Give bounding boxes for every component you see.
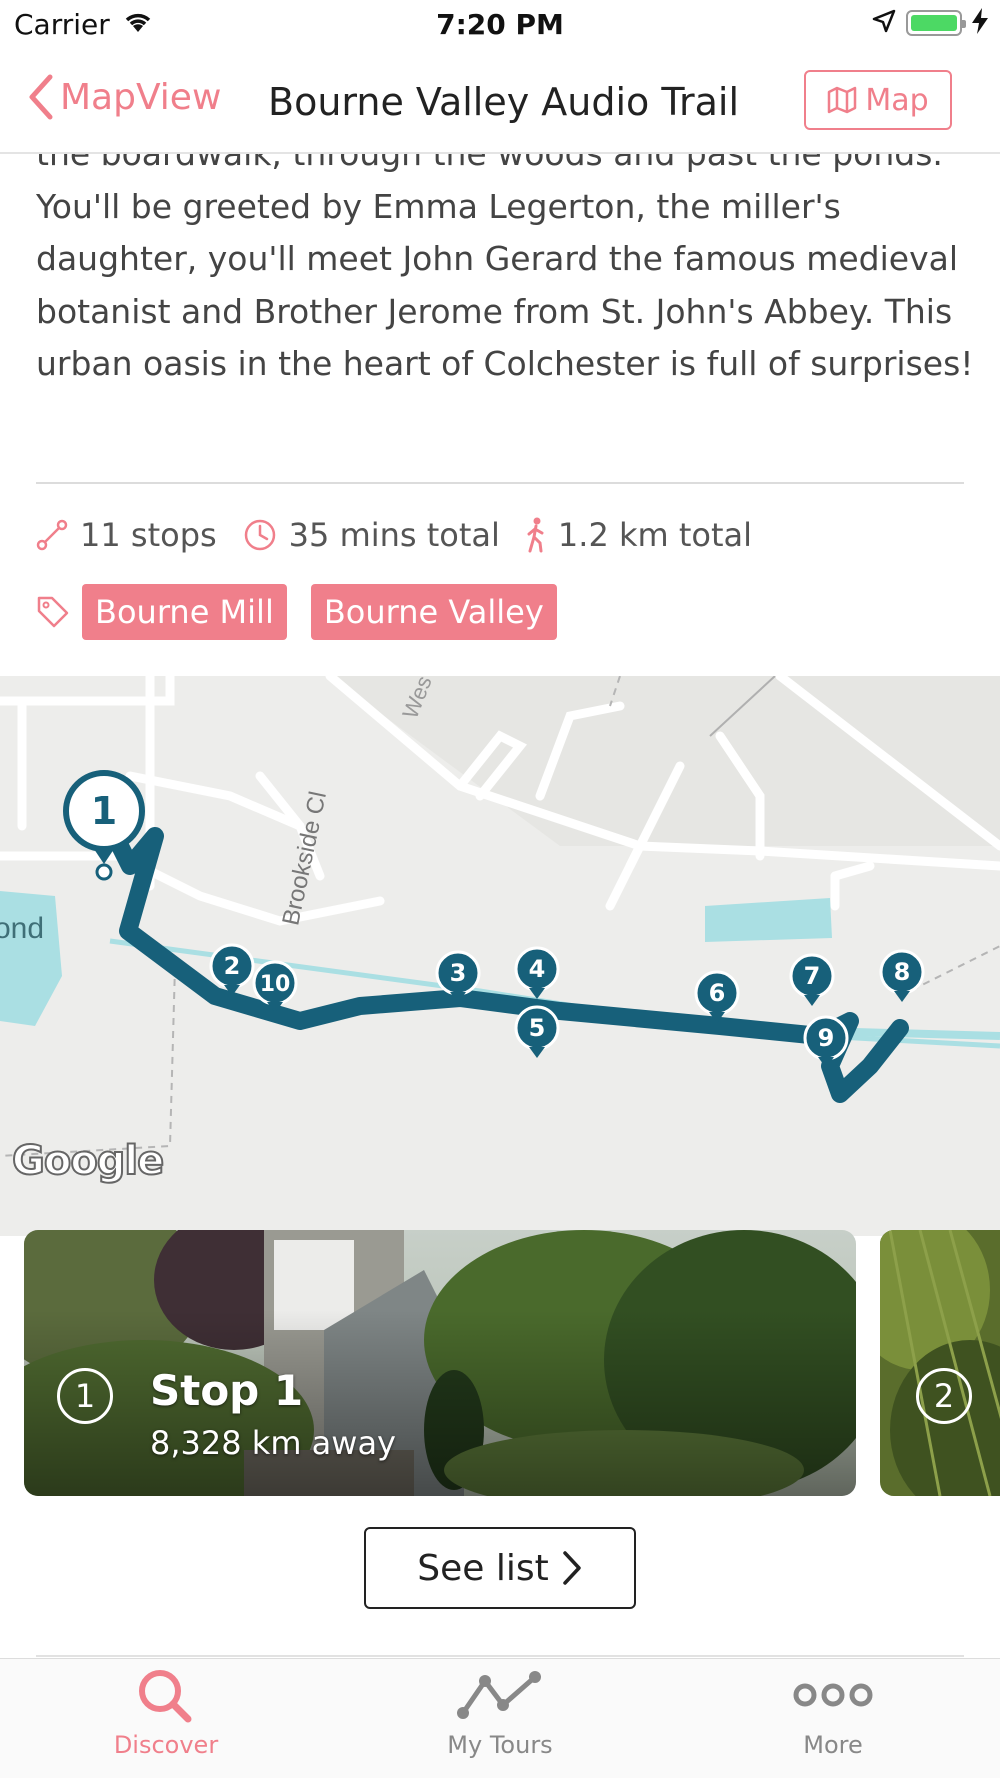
duration-value: 35 mins total [288,516,500,554]
street-label: ond [0,912,44,945]
tag-chip[interactable]: Bourne Valley [310,584,557,640]
clock: 7:20 PM [436,8,564,41]
divider [36,482,964,484]
stop-photo [880,1230,1000,1496]
distance-stat: 1.2 km total [526,516,752,554]
back-button-label: MapView [60,76,222,118]
tag-chip[interactable]: Bourne Mill [82,584,287,640]
stops-stat: 11 stops [36,516,217,554]
marker-label: 2 [224,952,241,980]
map-marker[interactable]: 4 [514,946,560,999]
duration-stat: 35 mins total [243,516,500,554]
stop-title: Stop 1 [150,1366,304,1415]
charging-bolt-icon [972,8,988,38]
tag-list: Bourne Mill Bourne Valley [36,584,581,640]
chevron-left-icon [29,74,53,120]
tab-bar: Discover My Tours More [0,1658,1000,1778]
map-button[interactable]: Map [804,70,952,130]
search-icon [139,1670,192,1723]
map-marker[interactable]: 7 [789,953,835,1006]
tab-discover[interactable]: Discover [66,1667,266,1777]
more-dots-icon [793,1683,873,1707]
map-icon [828,86,857,114]
stops-count: 11 stops [80,516,217,554]
marker-label: 4 [529,955,546,983]
stop-number-badge: 2 [916,1368,972,1424]
battery-icon [906,10,966,36]
distance-value: 1.2 km total [557,516,753,554]
map-marker[interactable]: 8 [879,949,925,1002]
tag-icon [37,596,69,628]
divider [36,1655,964,1657]
stop-distance: 8,328 km away [150,1424,396,1462]
tab-label: My Tours [447,1731,553,1759]
walking-person-icon [527,517,544,553]
tab-my-tours[interactable]: My Tours [400,1667,600,1777]
stop-photo [24,1230,856,1496]
tab-label: Discover [113,1731,219,1759]
page-title: Bourne Valley Audio Trail [268,80,740,124]
tab-more[interactable]: More [733,1667,933,1777]
clock-icon [244,519,275,551]
route-stops-icon [36,519,68,551]
see-list-label: See list [417,1547,549,1589]
marker-label: 7 [804,962,821,990]
marker-label: 9 [818,1024,835,1052]
description-container: the boardwalk, through the woods and pas… [36,128,976,428]
stop-number-badge: 1 [57,1368,113,1424]
stop-card[interactable]: 2 [880,1230,1000,1496]
tour-stats: 11 stops 35 mins total 1.2 km total [36,516,778,554]
see-list-button[interactable]: See list [364,1527,636,1609]
route-line-icon [457,1671,541,1719]
tab-label: More [803,1731,863,1759]
map-marker[interactable]: 5 [514,1005,560,1058]
marker-label: 5 [529,1014,546,1042]
status-bar: Carrier 7:20 PM [0,0,1000,50]
navigation-bar: MapView Bourne Valley Audio Trail Map [0,50,1000,154]
route-map[interactable]: Brookside Cl Wes ond 2 3 4 5 6 7 8 9 10 … [0,676,1000,1236]
marker-label: 8 [894,958,911,986]
stop-card[interactable]: 1 Stop 1 8,328 km away [24,1230,856,1496]
tour-description: the boardwalk, through the woods and pas… [36,134,974,383]
map-button-label: Map [865,82,929,118]
marker-label: 3 [450,959,467,987]
marker-label: 10 [260,972,291,997]
marker-label: 1 [91,789,117,833]
location-arrow-icon [872,9,896,37]
chevron-right-icon [562,1551,581,1585]
google-logo: Google [11,1137,165,1185]
marker-label: 6 [709,979,726,1007]
back-button[interactable]: MapView [28,74,221,120]
